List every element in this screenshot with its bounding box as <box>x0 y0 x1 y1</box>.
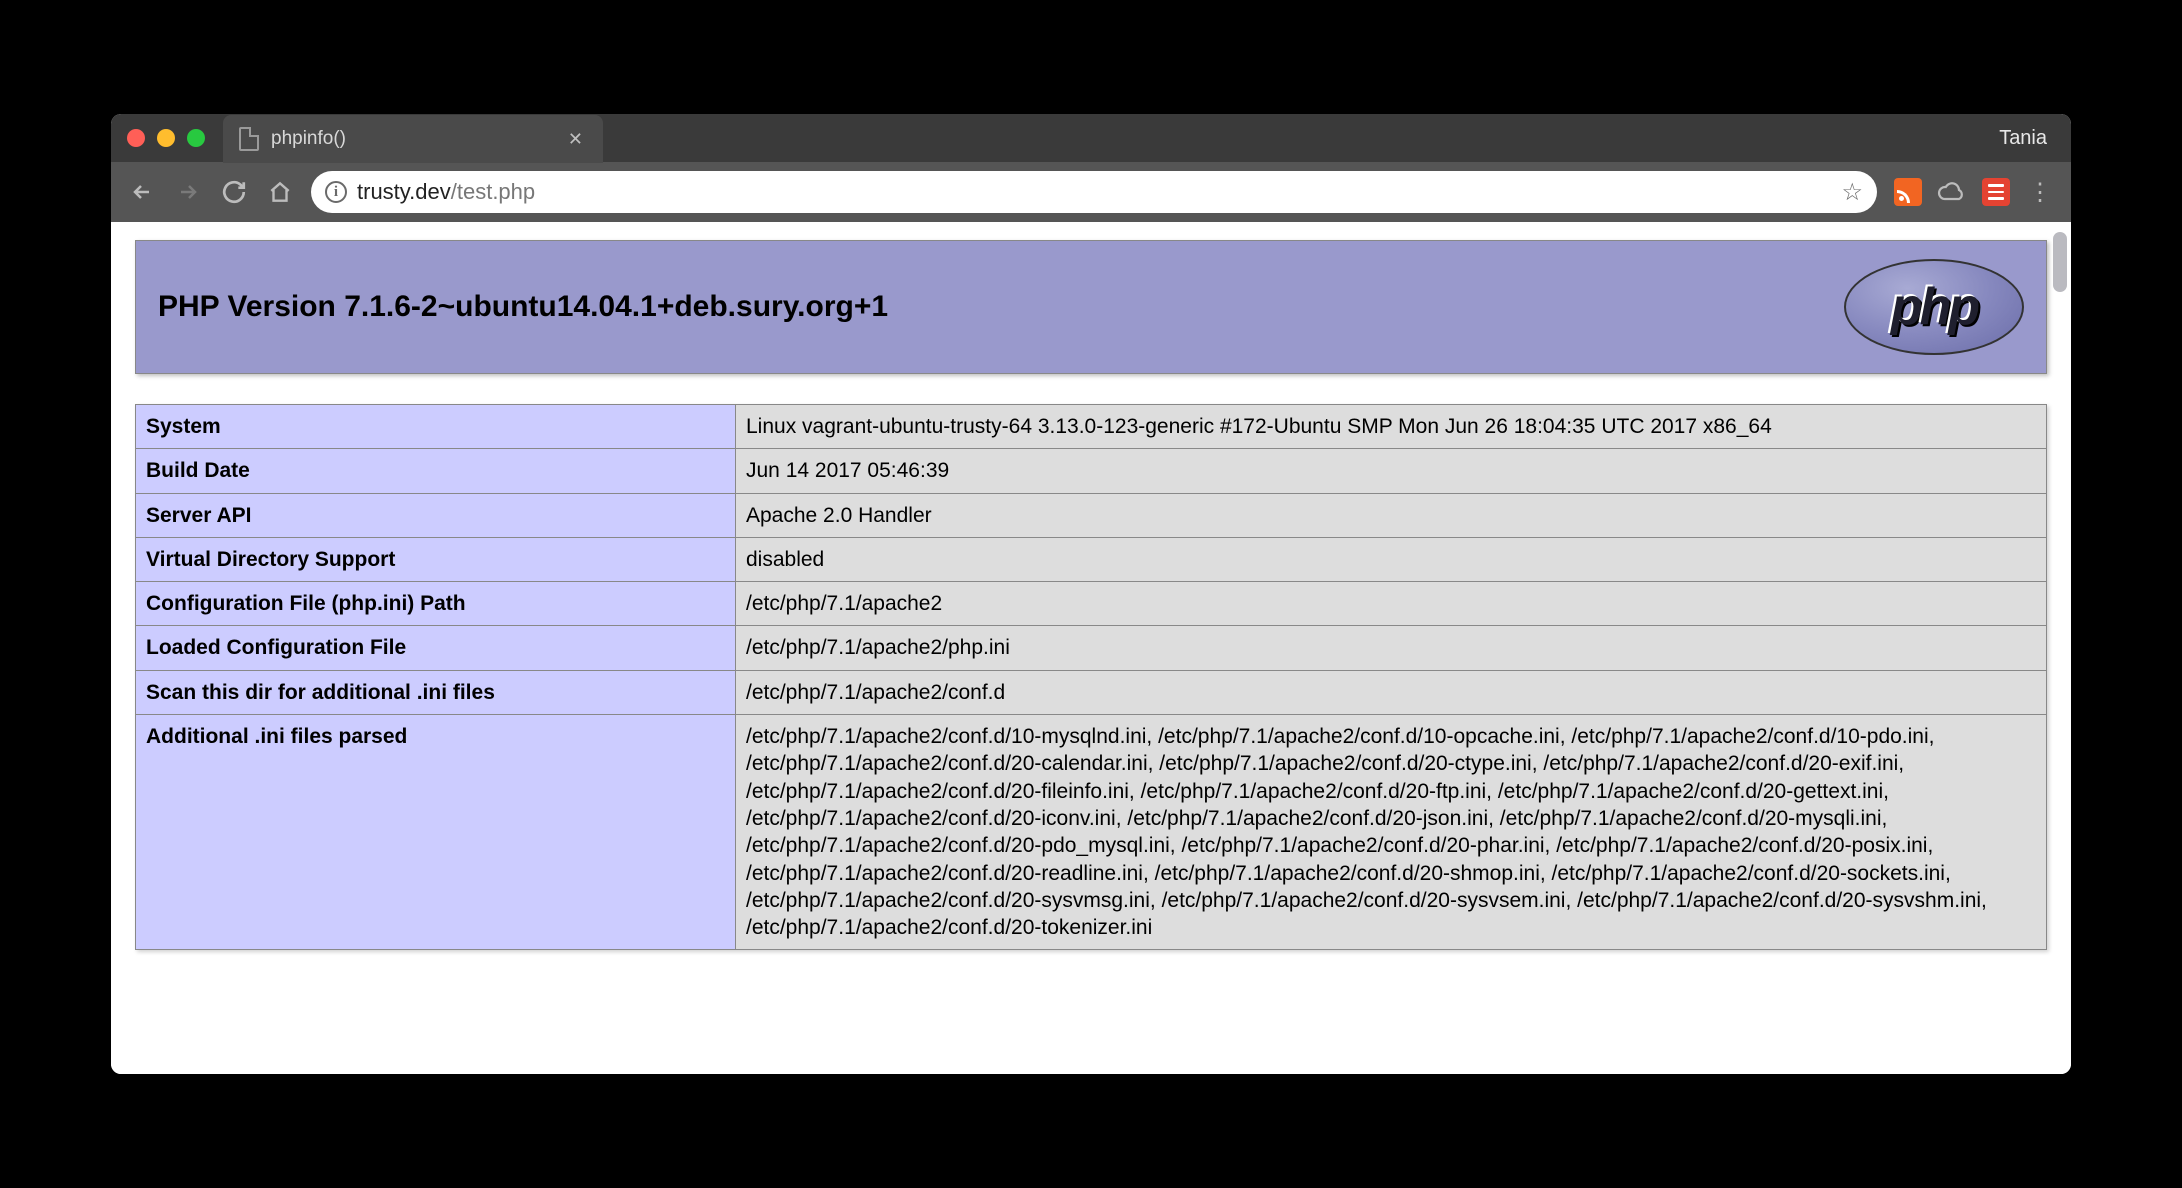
bookmark-star-icon[interactable]: ☆ <box>1841 178 1863 207</box>
info-key: Server API <box>136 493 736 537</box>
page-viewport: PHP Version 7.1.6-2~ubuntu14.04.1+deb.su… <box>111 222 2071 1074</box>
info-key: Virtual Directory Support <box>136 537 736 581</box>
titlebar: phpinfo() ✕ Tania <box>111 114 2071 162</box>
info-key: System <box>136 405 736 449</box>
toolbar: i trusty.dev/test.php ☆ ⋮ <box>111 162 2071 222</box>
address-bar[interactable]: i trusty.dev/test.php ☆ <box>311 171 1877 213</box>
cloud-extension-icon[interactable] <box>1937 177 1967 207</box>
phpinfo-table: SystemLinux vagrant-ubuntu-trusty-64 3.1… <box>135 404 2047 950</box>
home-button[interactable] <box>265 177 295 207</box>
back-button[interactable] <box>127 177 157 207</box>
table-row: SystemLinux vagrant-ubuntu-trusty-64 3.1… <box>136 405 2047 449</box>
profile-name[interactable]: Tania <box>1999 127 2055 150</box>
page-icon <box>239 127 259 151</box>
url-host: trusty.dev <box>357 179 451 204</box>
info-key: Scan this dir for additional .ini files <box>136 670 736 714</box>
info-key: Loaded Configuration File <box>136 626 736 670</box>
info-value: /etc/php/7.1/apache2 <box>736 582 2047 626</box>
table-row: Scan this dir for additional .ini files/… <box>136 670 2047 714</box>
scrollbar-thumb[interactable] <box>2053 232 2067 292</box>
browser-menu-button[interactable]: ⋮ <box>2025 178 2055 207</box>
table-row: Virtual Directory Supportdisabled <box>136 537 2047 581</box>
url-text: trusty.dev/test.php <box>357 179 535 205</box>
table-row: Configuration File (php.ini) Path/etc/ph… <box>136 582 2047 626</box>
info-value: /etc/php/7.1/apache2/conf.d <box>736 670 2047 714</box>
info-value: Jun 14 2017 05:46:39 <box>736 449 2047 493</box>
info-key: Additional .ini files parsed <box>136 715 736 950</box>
url-path: /test.php <box>451 179 535 204</box>
table-row: Loaded Configuration File/etc/php/7.1/ap… <box>136 626 2047 670</box>
todoist-extension-icon[interactable] <box>1981 177 2011 207</box>
maximize-window-button[interactable] <box>187 129 205 147</box>
php-logo-text: php <box>1891 277 1977 337</box>
info-value: disabled <box>736 537 2047 581</box>
table-row: Additional .ini files parsed/etc/php/7.1… <box>136 715 2047 950</box>
php-version-heading: PHP Version 7.1.6-2~ubuntu14.04.1+deb.su… <box>158 290 888 324</box>
info-value: Linux vagrant-ubuntu-trusty-64 3.13.0-12… <box>736 405 2047 449</box>
info-value: /etc/php/7.1/apache2/conf.d/10-mysqlnd.i… <box>736 715 2047 950</box>
info-key: Build Date <box>136 449 736 493</box>
info-value: Apache 2.0 Handler <box>736 493 2047 537</box>
browser-window: phpinfo() ✕ Tania i trusty.dev/test.php … <box>111 114 2071 1074</box>
window-controls <box>127 129 205 147</box>
phpinfo-page: PHP Version 7.1.6-2~ubuntu14.04.1+deb.su… <box>111 222 2071 950</box>
minimize-window-button[interactable] <box>157 129 175 147</box>
browser-tab[interactable]: phpinfo() ✕ <box>223 115 603 163</box>
site-info-icon[interactable]: i <box>325 181 347 203</box>
forward-button[interactable] <box>173 177 203 207</box>
rss-extension-icon[interactable] <box>1893 177 1923 207</box>
info-key: Configuration File (php.ini) Path <box>136 582 736 626</box>
close-tab-button[interactable]: ✕ <box>568 129 583 150</box>
extensions: ⋮ <box>1893 177 2055 207</box>
phpinfo-header: PHP Version 7.1.6-2~ubuntu14.04.1+deb.su… <box>135 240 2047 374</box>
tab-title: phpinfo() <box>271 128 556 150</box>
close-window-button[interactable] <box>127 129 145 147</box>
table-row: Build DateJun 14 2017 05:46:39 <box>136 449 2047 493</box>
php-logo: php <box>1844 259 2024 355</box>
table-row: Server APIApache 2.0 Handler <box>136 493 2047 537</box>
info-value: /etc/php/7.1/apache2/php.ini <box>736 626 2047 670</box>
reload-button[interactable] <box>219 177 249 207</box>
